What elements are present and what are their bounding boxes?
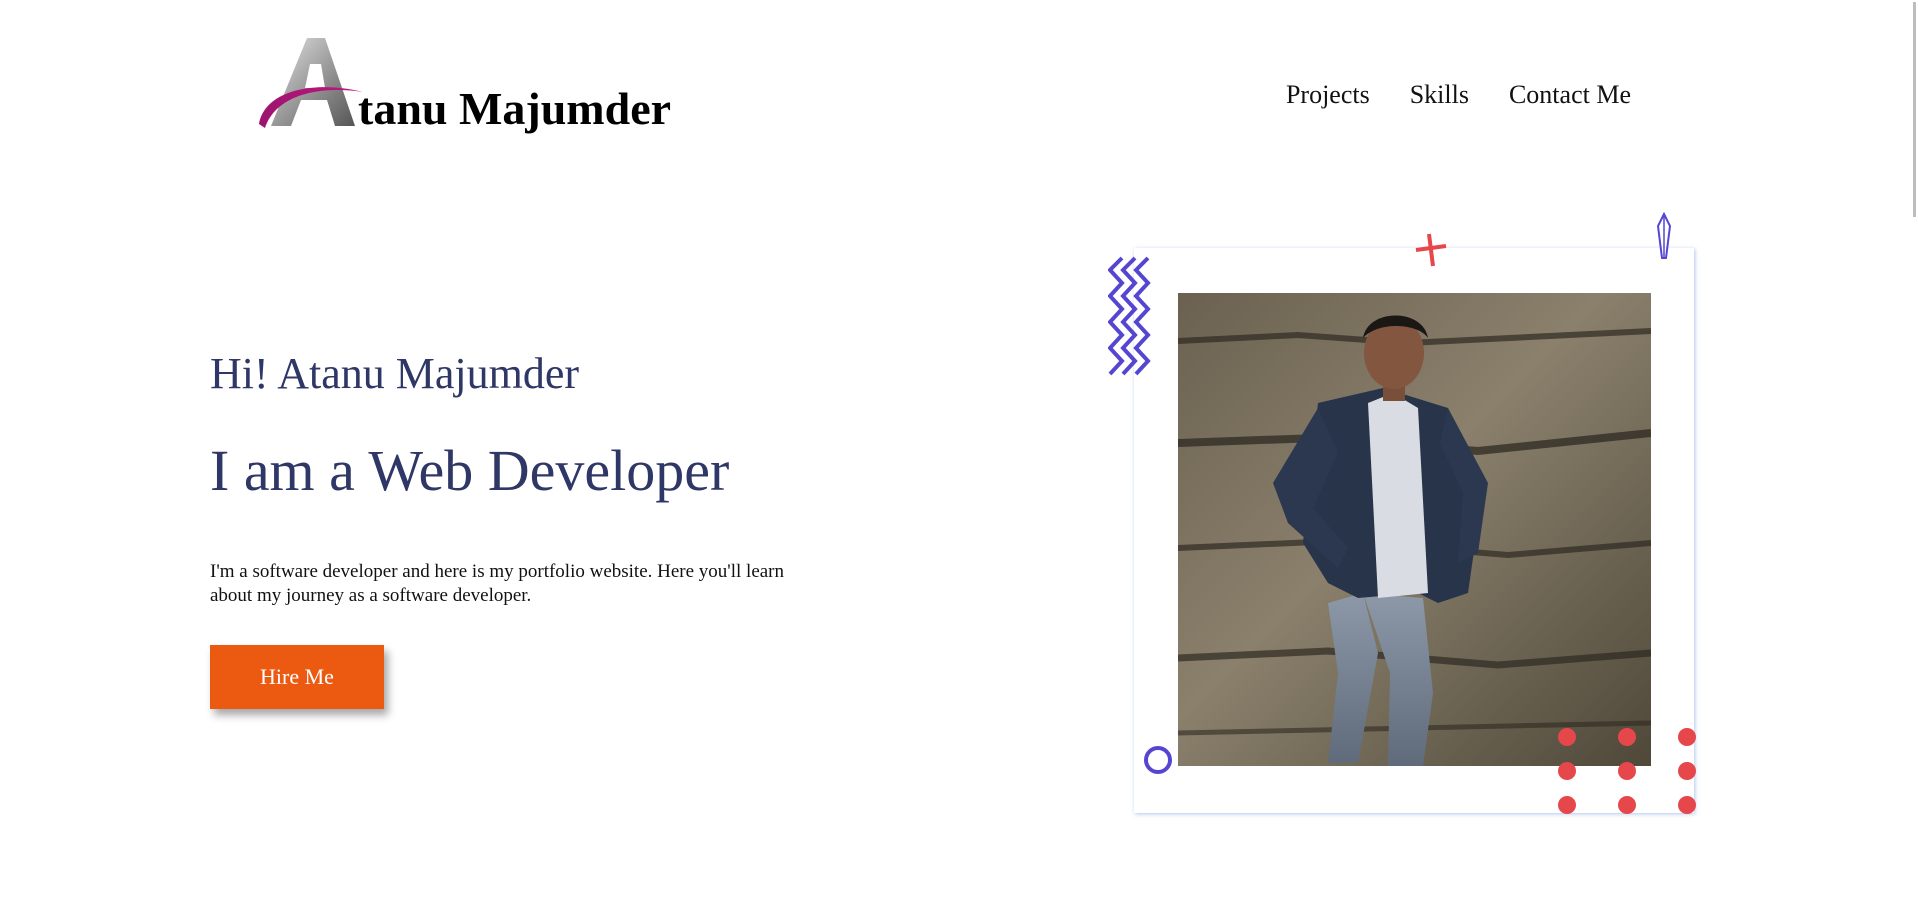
nav-skills-link[interactable]: Skills [1410,80,1469,110]
nav-contact-link[interactable]: Contact Me [1509,80,1631,110]
nav-projects-link[interactable]: Projects [1286,80,1370,110]
logo-text: tanu Majumder [358,83,672,134]
plus-decoration-icon [1415,233,1447,267]
crystal-decoration-icon [1656,212,1672,259]
main-nav: Projects Skills Contact Me [1286,80,1631,110]
page-scrollbar[interactable] [1908,0,1918,912]
site-logo[interactable]: tanu Majumder [255,30,675,140]
portfolio-page: tanu Majumder Projects Skills Contact Me… [0,0,1918,912]
circle-decoration-icon [1144,746,1172,774]
profile-photo [1178,293,1651,766]
hire-me-button[interactable]: Hire Me [210,645,384,709]
hero-title: I am a Web Developer [210,438,730,503]
dots-decoration [1558,728,1698,818]
zigzag-decoration-icon [1108,256,1151,376]
scrollbar-thumb[interactable] [1913,2,1916,217]
hero-description: I'm a software developer and here is my … [210,561,785,606]
hero-greeting: Hi! Atanu Majumder [210,349,580,398]
logo-letter-a-icon [259,38,363,128]
